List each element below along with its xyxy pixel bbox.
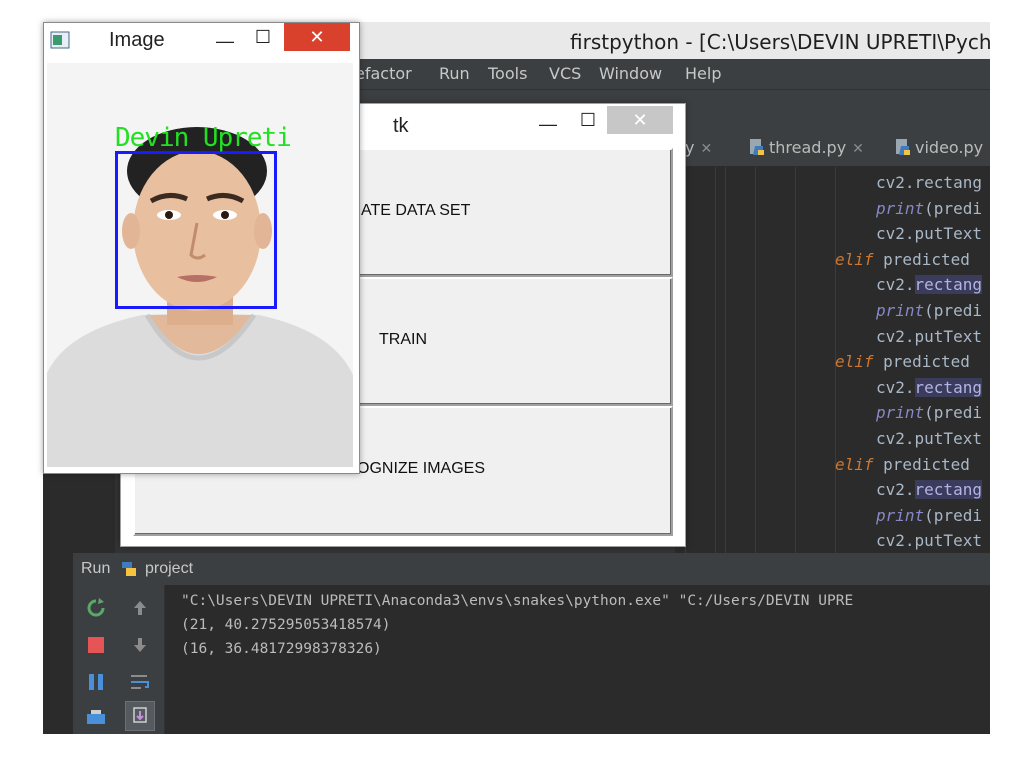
code-token: print bbox=[876, 403, 925, 423]
pause-icon[interactable] bbox=[81, 667, 111, 697]
tab-partial[interactable]: y ✕ bbox=[685, 138, 712, 166]
image-titlebar[interactable]: Image — ☐ ✕ bbox=[44, 23, 359, 59]
soft-wrap-icon[interactable] bbox=[125, 667, 155, 697]
console-line: (21, 40.275295053418574) bbox=[181, 617, 391, 633]
maximize-icon[interactable]: ☐ bbox=[573, 106, 603, 134]
arrow-down-icon[interactable] bbox=[125, 630, 155, 660]
tab-video-py[interactable]: video.py bbox=[895, 138, 983, 166]
code-line: print(predi bbox=[876, 403, 982, 422]
close-icon[interactable]: ✕ bbox=[852, 141, 864, 157]
run-label: Run bbox=[81, 560, 111, 577]
code-line: elif predicted bbox=[835, 250, 970, 269]
code-token: cv2.putText bbox=[876, 531, 982, 551]
code-line: cv2.putText bbox=[876, 429, 982, 448]
code-line: elif predicted bbox=[835, 455, 970, 474]
face-label: Devin Upreti bbox=[115, 123, 292, 153]
console-line: "C:\Users\DEVIN UPRETI\Anaconda3\envs\sn… bbox=[181, 593, 854, 609]
code-token: predicted bbox=[873, 249, 970, 269]
print-icon[interactable] bbox=[81, 703, 111, 733]
code-line: cv2.putText bbox=[876, 224, 982, 243]
python-file-icon bbox=[750, 139, 764, 155]
code-token: cv2. bbox=[876, 377, 915, 397]
code-line: cv2.rectang bbox=[876, 377, 982, 397]
tab-label: thread.py bbox=[769, 138, 847, 157]
menu-vcs[interactable]: VCS bbox=[549, 64, 581, 83]
image-title: Image bbox=[109, 29, 165, 51]
menu-window[interactable]: Window bbox=[599, 64, 662, 83]
console-line: (16, 36.48172998378326) bbox=[181, 641, 382, 657]
code-token: elif bbox=[835, 454, 874, 474]
code-token: (predi bbox=[924, 301, 982, 320]
button-label: TRAIN bbox=[379, 331, 427, 348]
button-label: ATE DATA SET bbox=[361, 202, 471, 219]
code-token: elif bbox=[835, 352, 874, 372]
scroll-to-end-icon[interactable] bbox=[125, 701, 155, 731]
menu-tools[interactable]: Tools bbox=[488, 64, 527, 83]
face-detection-box bbox=[115, 151, 277, 309]
close-icon[interactable]: ✕ bbox=[700, 141, 712, 157]
code-line: cv2.putText bbox=[876, 531, 982, 550]
window-app-icon bbox=[50, 31, 70, 49]
minimize-icon[interactable]: — bbox=[210, 27, 240, 55]
code-token: predicted bbox=[873, 352, 970, 372]
menu-refactor[interactable]: efactor bbox=[355, 64, 412, 83]
code-line: elif predicted bbox=[835, 352, 970, 371]
close-icon[interactable]: ✕ bbox=[284, 23, 350, 51]
code-token: cv2.putText bbox=[876, 326, 982, 346]
code-token: print bbox=[876, 301, 925, 320]
code-token: print bbox=[876, 198, 925, 218]
stop-icon[interactable] bbox=[81, 630, 111, 660]
ide-title: firstpython - [C:\Users\DEVIN UPRETI\Pyc… bbox=[570, 30, 990, 54]
run-console[interactable]: "C:\Users\DEVIN UPRETI\Anaconda3\envs\sn… bbox=[73, 585, 990, 734]
arrow-up-icon[interactable] bbox=[125, 593, 155, 623]
code-line: cv2.rectang bbox=[876, 480, 982, 500]
menu-help[interactable]: Help bbox=[685, 64, 721, 83]
code-line: cv2.putText bbox=[876, 327, 982, 346]
code-token: cv2. bbox=[876, 480, 915, 500]
code-line: print(predi bbox=[876, 506, 982, 525]
code-token: cv2. bbox=[876, 275, 915, 295]
code-line: cv2.rectang bbox=[876, 173, 982, 192]
close-icon[interactable]: ✕ bbox=[607, 106, 673, 134]
code-token: cv2.putText bbox=[876, 429, 982, 448]
face-image: Devin Upreti bbox=[47, 63, 353, 467]
code-token: elif bbox=[835, 249, 874, 269]
minimize-icon[interactable]: — bbox=[533, 110, 563, 138]
code-token: rectang bbox=[914, 480, 982, 500]
tab-thread-py[interactable]: thread.py ✕ bbox=[749, 138, 864, 166]
python-file-icon bbox=[896, 139, 910, 155]
code-token: rectang bbox=[914, 377, 982, 397]
run-toolbar bbox=[73, 585, 165, 734]
code-token: (predi bbox=[924, 505, 982, 525]
code-line: cv2.rectang bbox=[876, 275, 982, 295]
python-icon bbox=[122, 562, 136, 576]
tab-label: y bbox=[685, 138, 695, 157]
code-token: rectang bbox=[914, 275, 982, 295]
code-token: cv2.rectang bbox=[876, 173, 982, 192]
run-config-name: project bbox=[145, 560, 194, 577]
code-line: print(predi bbox=[876, 301, 982, 320]
rerun-icon[interactable] bbox=[81, 593, 111, 623]
code-token: (predi bbox=[924, 198, 982, 218]
tk-title: tk bbox=[393, 115, 409, 137]
code-token: predicted bbox=[873, 454, 970, 474]
run-panel-header: Run project bbox=[73, 553, 990, 585]
code-token: print bbox=[876, 505, 925, 525]
button-label: OGNIZE IMAGES bbox=[357, 460, 486, 477]
image-window: Image — ☐ ✕ Devin Upreti bbox=[43, 22, 360, 474]
code-line: print(predi bbox=[876, 199, 982, 218]
tab-label: video.py bbox=[915, 138, 984, 157]
code-token: cv2.putText bbox=[876, 224, 982, 244]
maximize-icon[interactable]: ☐ bbox=[248, 23, 278, 51]
menu-run[interactable]: Run bbox=[439, 64, 470, 83]
code-token: (predi bbox=[924, 403, 982, 423]
